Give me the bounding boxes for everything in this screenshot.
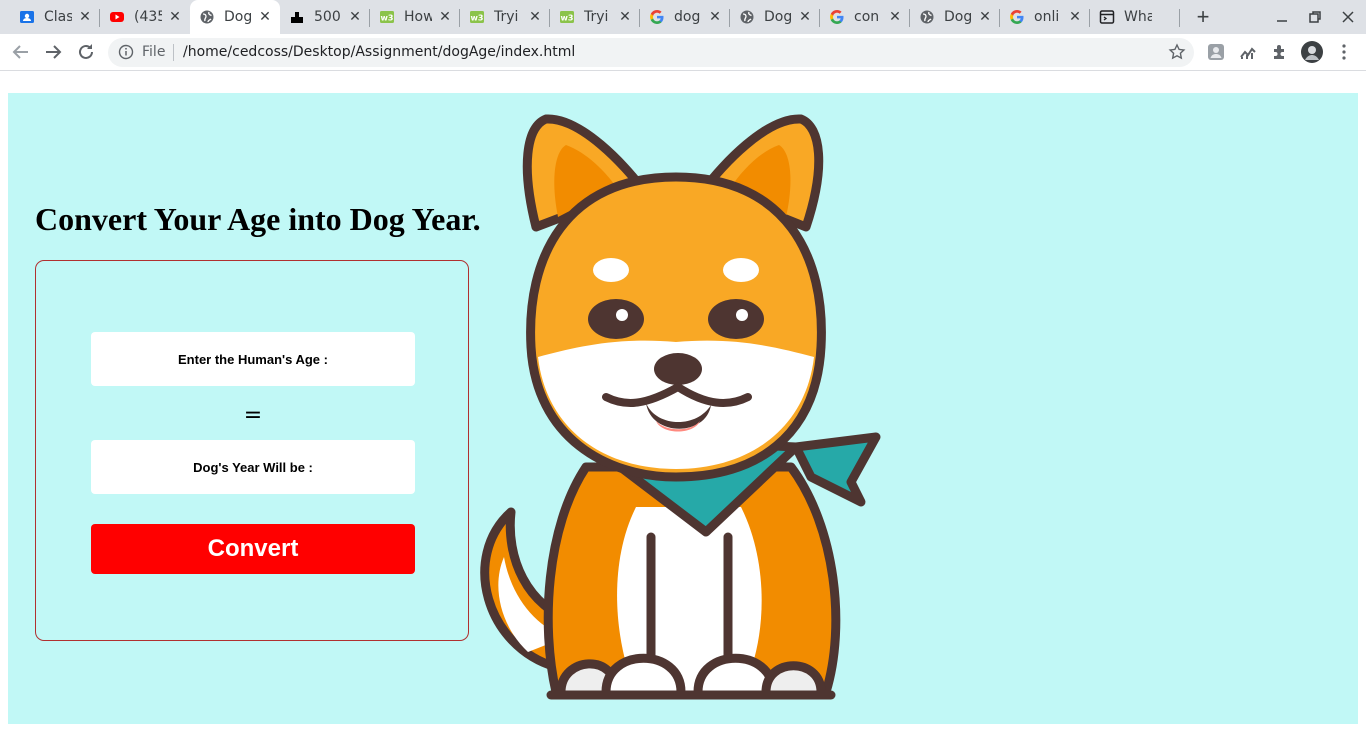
- tab-title: dog: [674, 9, 701, 25]
- w3schools-icon: w3: [380, 11, 394, 23]
- tab-title: Tryi: [494, 9, 519, 25]
- close-icon[interactable]: ✕: [888, 8, 902, 26]
- tab-500[interactable]: 500 ✕: [280, 0, 370, 34]
- svg-text:w3: w3: [471, 14, 484, 23]
- tab-trying-2[interactable]: w3 Tryi ✕: [550, 0, 640, 34]
- tab-title: Dog: [764, 9, 792, 25]
- close-icon[interactable]: ✕: [978, 8, 992, 26]
- page-content: Convert Your Age into Dog Year. = Conver…: [8, 93, 1358, 724]
- forward-arrow-icon[interactable]: [41, 40, 65, 64]
- browser-toolbar: File /home/cedcoss/Desktop/Assignment/do…: [0, 34, 1366, 71]
- close-icon[interactable]: ✕: [1068, 8, 1082, 26]
- close-icon[interactable]: ✕: [168, 8, 182, 26]
- tab-title: 500: [314, 9, 341, 25]
- w3schools-icon: w3: [470, 11, 484, 23]
- menu-kebab-icon[interactable]: [1334, 42, 1354, 62]
- minimize-icon[interactable]: [1271, 6, 1293, 28]
- close-icon[interactable]: ✕: [618, 8, 632, 26]
- tab-title: (435: [134, 9, 162, 25]
- tab-dog-active[interactable]: Dog ✕: [190, 0, 280, 34]
- globe-icon: [920, 10, 934, 24]
- url-text[interactable]: /home/cedcoss/Desktop/Assignment/dogAge/…: [183, 44, 575, 60]
- address-bar[interactable]: File /home/cedcoss/Desktop/Assignment/do…: [108, 38, 1194, 67]
- tab-google-dog[interactable]: dog ✕: [640, 0, 730, 34]
- tab-dog-3[interactable]: Dog ✕: [910, 0, 1000, 34]
- tab-how[interactable]: w3 How ✕: [370, 0, 460, 34]
- tab-title: Wha: [1124, 9, 1152, 25]
- tab-title: con: [854, 9, 880, 25]
- tab-title: Dog: [944, 9, 972, 25]
- classroom-icon: [20, 11, 34, 23]
- tab-title: Dog: [224, 9, 252, 25]
- converter-card: = Convert: [35, 260, 469, 641]
- window-close-icon[interactable]: [1337, 6, 1359, 28]
- tab-title: Clas: [44, 9, 72, 25]
- close-icon[interactable]: ✕: [798, 8, 812, 26]
- svg-text:w3: w3: [561, 14, 574, 23]
- address-divider: [173, 44, 174, 61]
- page-title: Convert Your Age into Dog Year.: [35, 201, 481, 237]
- tab-google-online[interactable]: onli ✕: [1000, 0, 1090, 34]
- close-icon[interactable]: ✕: [528, 8, 542, 26]
- convert-button[interactable]: Convert: [91, 524, 415, 574]
- tab-classroom[interactable]: Clas ✕: [10, 0, 100, 34]
- avatar[interactable]: [1301, 41, 1323, 63]
- info-icon[interactable]: [118, 44, 134, 60]
- tab-strip: Clas ✕ (435 ✕ Dog ✕ 500 ✕ w3 How ✕ w3 Tr…: [0, 0, 1366, 34]
- globe-icon: [200, 10, 214, 24]
- close-icon[interactable]: ✕: [438, 8, 452, 26]
- restore-icon[interactable]: [1304, 6, 1326, 28]
- scheme-label: File: [142, 44, 166, 60]
- dog-year-output[interactable]: [91, 440, 415, 494]
- back-arrow-icon[interactable]: [9, 40, 33, 64]
- tab-dog-2[interactable]: Dog ✕: [730, 0, 820, 34]
- svg-text:w3: w3: [381, 14, 394, 23]
- new-tab-button[interactable]: +: [1191, 4, 1215, 30]
- code-window-icon: [1099, 10, 1115, 24]
- reload-icon[interactable]: [74, 40, 98, 64]
- close-icon[interactable]: ✕: [258, 8, 272, 26]
- human-age-input[interactable]: [91, 332, 415, 386]
- analytics-extension-icon[interactable]: [1238, 42, 1258, 62]
- close-icon[interactable]: ✕: [348, 8, 362, 26]
- tab-google-con[interactable]: con ✕: [820, 0, 910, 34]
- google-icon: [650, 10, 664, 24]
- tab-title: Tryi: [584, 9, 609, 25]
- youtube-icon: [110, 12, 124, 22]
- bookmark-star-icon[interactable]: [1168, 43, 1186, 61]
- tab-separator: [1179, 9, 1180, 27]
- google-icon: [1010, 10, 1024, 24]
- close-icon[interactable]: ✕: [78, 8, 92, 26]
- equals-sign: =: [243, 403, 263, 428]
- tab-title: How: [404, 9, 432, 25]
- extensions-puzzle-icon[interactable]: [1270, 42, 1290, 62]
- tab-youtube[interactable]: (435 ✕: [100, 0, 190, 34]
- google-icon: [830, 10, 844, 24]
- site-icon: [291, 12, 303, 23]
- profile-extension-icon[interactable]: [1206, 42, 1226, 62]
- tab-title: onli: [1034, 9, 1060, 25]
- tab-trying-1[interactable]: w3 Tryi ✕: [460, 0, 550, 34]
- w3schools-icon: w3: [560, 11, 574, 23]
- tab-whatsapp[interactable]: Wha: [1090, 0, 1180, 34]
- close-icon[interactable]: ✕: [708, 8, 722, 26]
- globe-icon: [740, 10, 754, 24]
- dog-illustration: [480, 114, 881, 700]
